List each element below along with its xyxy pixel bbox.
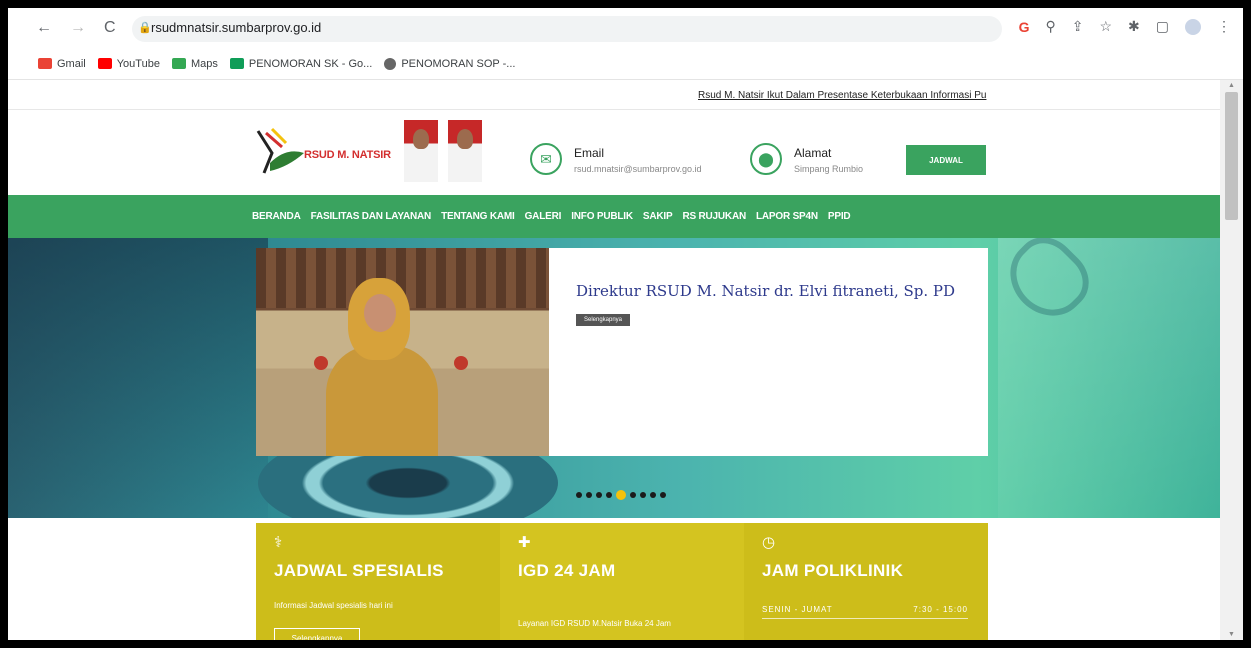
hours-time: 7:30 - 15:00 (913, 605, 968, 614)
nav-rs-rujukan[interactable]: RS RUJUKAN (682, 211, 746, 222)
slider-dot[interactable] (630, 492, 636, 498)
news-ticker-link[interactable]: Rsud M. Natsir Ikut Dalam Presentase Ket… (698, 90, 986, 101)
scroll-down-icon[interactable]: ▼ (1228, 631, 1235, 638)
slider-dots (576, 490, 666, 500)
card-jadwal-spesialis: ⚕ JADWAL SPESIALIS Informasi Jadwal spes… (256, 523, 500, 640)
stethoscope-icon: ⚕ (274, 534, 283, 551)
card-jam-poliklinik: ◷ JAM POLIKLINIK SENIN - JUMAT 7:30 - 15… (744, 523, 988, 640)
nav-lapor-sp4n[interactable]: LAPOR SP4N (756, 211, 818, 222)
web-page: Rsud M. Natsir Ikut Dalam Presentase Ket… (8, 80, 1220, 640)
slide-photo (256, 248, 549, 456)
bookmark-maps[interactable]: Maps (171, 57, 218, 70)
official-photo-vice-governor (448, 120, 482, 182)
ambulance-icon: ✚ (518, 534, 531, 551)
menu-list: BERANDA FASILITAS DAN LAYANAN TENTANG KA… (252, 195, 851, 238)
nav-tentang-kami[interactable]: TENTANG KAMI (441, 211, 515, 222)
star-icon[interactable]: ☆ (1099, 18, 1112, 35)
nav-beranda[interactable]: BERANDA (252, 211, 301, 222)
globe-icon (384, 57, 397, 70)
sheets-icon (229, 58, 244, 69)
contact-address-value: Simpang Rumbio (794, 164, 864, 174)
hours-row: SENIN - JUMAT 7:30 - 15:00 (762, 605, 968, 619)
contact-email-title: Email (574, 146, 605, 160)
back-button[interactable]: ← (36, 19, 52, 37)
site-logo[interactable]: RSUD M. NATSIR (252, 123, 410, 183)
profile-icon[interactable] (1185, 18, 1201, 35)
location-pin-icon: ⬤ (750, 143, 782, 175)
bookmark-label: PENOMORAN SK - Go... (248, 57, 373, 70)
nav-buttons: ← → C (36, 19, 116, 37)
card-title: IGD 24 JAM (518, 561, 616, 580)
contact-email-value[interactable]: rsud.mnatsir@sumbarprov.go.id (574, 164, 702, 174)
maps-icon (171, 58, 186, 69)
slide-more-button[interactable]: Selengkapnya (576, 314, 630, 326)
bookmark-youtube[interactable]: YouTube (97, 57, 160, 70)
card-more-button[interactable]: Selengkapnya (274, 628, 360, 640)
scrollbar-thumb[interactable] (1225, 92, 1238, 220)
page-scrollbar[interactable]: ▲ ▼ (1220, 80, 1243, 640)
hours-days: SENIN - JUMAT (762, 605, 833, 614)
bookmarks-bar: Gmail YouTube Maps PENOMORAN SK - Go... … (8, 48, 1243, 80)
logo-mark-icon (256, 127, 304, 174)
bookmark-penomoran-sop[interactable]: PENOMORAN SOP -... (384, 57, 516, 70)
toolbar-icons: G ⚲ ⇪ ☆ ✱ ▢ ⋮ (1019, 18, 1231, 35)
nav-sakip[interactable]: SAKIP (643, 211, 673, 222)
bookmark-label: Maps (190, 57, 218, 70)
url-text[interactable]: rsudmnatsir.sumbarprov.go.id (151, 20, 321, 35)
reload-button[interactable]: C (104, 19, 116, 37)
slider-dot[interactable] (616, 490, 626, 500)
official-photo-governor (404, 120, 438, 182)
youtube-icon (97, 58, 112, 69)
card-igd: ✚ IGD 24 JAM Layanan IGD RSUD M.Natsir B… (500, 523, 744, 640)
slider-dot[interactable] (576, 492, 582, 498)
divider (8, 109, 1220, 110)
photo-flower (314, 356, 328, 370)
bookmark-penomoran-sk[interactable]: PENOMORAN SK - Go... (229, 57, 373, 70)
slider-dot[interactable] (650, 492, 656, 498)
gmail-icon (38, 58, 52, 69)
jadwal-button[interactable]: JADWAL (906, 145, 986, 175)
main-navigation: BERANDA FASILITAS DAN LAYANAN TENTANG KA… (8, 195, 1220, 238)
hero-background-left (8, 238, 268, 518)
photo-flower (454, 356, 468, 370)
slider-card: Direktur RSUD M. Natsir dr. Elvi fitrane… (256, 248, 988, 456)
nav-galeri[interactable]: GALERI (525, 211, 562, 222)
card-title: JADWAL SPESIALIS (274, 561, 444, 580)
slider-dot[interactable] (640, 492, 646, 498)
slider-dot[interactable] (606, 492, 612, 498)
photo-person-face (364, 294, 396, 332)
photo-person-body (326, 346, 438, 456)
card-desc: Layanan IGD RSUD M.Natsir Buka 24 Jam (518, 619, 671, 628)
slide-title[interactable]: Direktur RSUD M. Natsir dr. Elvi fitrane… (576, 282, 955, 300)
clock-icon: ◷ (762, 534, 776, 551)
nav-fasilitas-dan-layanan[interactable]: FASILITAS DAN LAYANAN (311, 211, 432, 222)
nav-info-publik[interactable]: INFO PUBLIK (571, 211, 633, 222)
bookmark-label: Gmail (57, 57, 86, 70)
contact-address-title: Alamat (794, 146, 832, 160)
bookmark-label: YouTube (116, 57, 160, 70)
extensions-icon[interactable]: ✱ (1128, 18, 1140, 35)
bookmark-gmail[interactable]: Gmail (38, 58, 86, 70)
bookmark-label: PENOMORAN SOP -... (401, 57, 516, 70)
google-icon[interactable]: G (1019, 19, 1030, 35)
zoom-icon[interactable]: ⚲ (1045, 18, 1055, 35)
slider-dot[interactable] (596, 492, 602, 498)
screenshot-frame: ← → C 🔒 rsudmnatsir.sumbarprov.go.id G ⚲… (0, 0, 1251, 648)
share-icon[interactable]: ⇪ (1072, 18, 1084, 35)
info-cards: ⚕ JADWAL SPESIALIS Informasi Jadwal spes… (256, 523, 988, 640)
sidepanel-icon[interactable]: ▢ (1156, 18, 1169, 35)
nav-ppid[interactable]: PPID (828, 211, 851, 222)
card-desc: Informasi Jadwal spesialis hari ini (274, 601, 393, 610)
lock-icon[interactable]: 🔒 (138, 21, 152, 34)
scroll-up-icon[interactable]: ▲ (1228, 82, 1235, 89)
menu-icon[interactable]: ⋮ (1217, 18, 1231, 35)
mail-icon: ✉ (530, 143, 562, 175)
slider-dot[interactable] (586, 492, 592, 498)
browser-window: ← → C 🔒 rsudmnatsir.sumbarprov.go.id G ⚲… (8, 8, 1243, 640)
logo-text: RSUD M. NATSIR (304, 149, 391, 161)
forward-button[interactable]: → (70, 19, 86, 37)
slider-dot[interactable] (660, 492, 666, 498)
card-title: JAM POLIKLINIK (762, 561, 904, 580)
